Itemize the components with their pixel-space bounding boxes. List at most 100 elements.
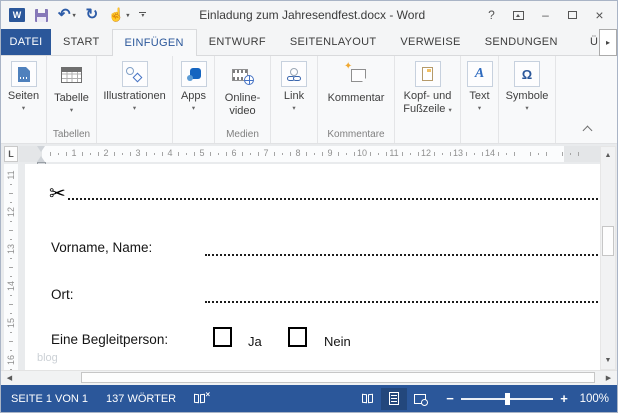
tab-ueberpruefen-clipped[interactable]: Ü — [590, 29, 598, 55]
checkbox-ja[interactable] — [213, 327, 232, 347]
chevron-down-icon[interactable]: ▾ — [73, 12, 76, 19]
field-label-vorname: Vorname, Name: — [51, 240, 153, 255]
titlebar: W ↶ ▾ ↻ ☝ ▾ ▾ Einladung zum Jahresendfes… — [1, 1, 617, 29]
illustrationen-label: Illustrationen — [103, 90, 166, 102]
touch-mode-button[interactable]: ☝ ▾ — [108, 8, 129, 22]
kommentar-label: Kommentar — [327, 92, 385, 104]
header-footer-icon — [414, 61, 441, 87]
apps-button[interactable]: Apps ▾ — [173, 60, 214, 143]
zoom-slider-thumb[interactable] — [505, 392, 510, 405]
chevron-down-icon: ▾ — [132, 105, 137, 113]
zoom-in-button[interactable]: + — [557, 391, 571, 406]
table-icon — [61, 61, 82, 89]
scroll-left-icon[interactable]: ◀ — [3, 371, 16, 385]
chevron-down-icon: ▾ — [292, 105, 296, 113]
group-label-kommentare: Kommentare — [327, 129, 385, 140]
shapes-icon — [121, 61, 148, 87]
link-button[interactable]: Link ▾ — [271, 60, 317, 143]
ribbon: Seiten ▾ Tabelle ▾ Tabellen Illustration… — [1, 56, 617, 144]
omega-icon: Ω — [514, 61, 540, 87]
ribbon-group-kommentare: ✦ Kommentar Kommentare — [318, 56, 395, 143]
tab-start[interactable]: START — [51, 29, 112, 55]
undo-button[interactable]: ↶ ▾ — [58, 6, 76, 23]
read-mode-button[interactable] — [355, 388, 381, 410]
ribbon-tab-row: DATEI START EINFÜGEN ENTWURF SEITENLAYOU… — [1, 29, 617, 56]
illustrationen-button[interactable]: Illustrationen ▾ — [97, 60, 172, 143]
group-label-tabellen: Tabellen — [52, 129, 91, 140]
choice-label-nein: Nein — [324, 334, 351, 349]
apps-label: Apps — [180, 90, 207, 102]
dotted-line — [205, 295, 598, 303]
chevron-down-icon: ▾ — [477, 105, 482, 113]
quick-access-toolbar: W ↶ ▾ ↻ ☝ ▾ ▾ — [1, 6, 147, 23]
tab-entwurf[interactable]: ENTWURF — [197, 29, 278, 55]
symbole-button[interactable]: Ω Symbole ▾ — [499, 60, 555, 143]
redo-icon: ↻ — [85, 6, 99, 23]
tab-seitenlayout[interactable]: SEITENLAYOUT — [278, 29, 389, 55]
text-button[interactable]: A Text ▾ — [461, 60, 498, 143]
ribbon-group-tabellen: Tabelle ▾ Tabellen — [47, 56, 97, 143]
help-button[interactable]: ? — [478, 4, 505, 26]
tab-verweise[interactable]: VERWEISE — [388, 29, 472, 55]
customize-qat-button[interactable]: ▾ — [139, 12, 147, 19]
page-count-status[interactable]: SEITE 1 VON 1 — [11, 393, 88, 405]
tab-scroll-right-button[interactable]: ▸ — [599, 29, 617, 56]
ribbon-group-medien: Online-video Medien — [215, 56, 271, 143]
chevron-down-icon: ▾ — [69, 107, 74, 115]
chevron-down-icon: ▾ — [191, 105, 196, 113]
tab-einfuegen[interactable]: EINFÜGEN — [111, 29, 197, 56]
document-workspace: L 1 2 3 4 5 6 7 8 9 10 11 12 13 14 11 12 13 14 15 16 ✂ Vor… — [1, 144, 617, 385]
save-icon[interactable] — [35, 8, 48, 22]
maximize-button[interactable] — [559, 4, 586, 26]
field-label-begleitperson: Eine Begleitperson: — [51, 332, 169, 347]
statusbar-right: − + 100% — [355, 387, 609, 410]
chevron-down-icon: ▾ — [21, 105, 26, 113]
text-label: Text — [469, 90, 490, 102]
vertical-scrollbar-thumb[interactable] — [602, 226, 614, 256]
minimize-button[interactable]: – — [532, 4, 559, 26]
ribbon-group-text: A Text ▾ — [461, 56, 499, 143]
scroll-right-icon[interactable]: ▶ — [602, 371, 615, 385]
ribbon-group-apps: Apps ▾ — [173, 56, 215, 143]
vertical-ruler[interactable]: 11 12 13 14 15 16 — [4, 164, 18, 370]
collapse-ribbon-icon[interactable] — [582, 125, 593, 136]
pages-icon — [10, 61, 37, 87]
scroll-up-icon[interactable]: ▲ — [601, 148, 615, 162]
horizontal-scrollbar-thumb[interactable] — [81, 372, 595, 383]
word-count-status[interactable]: 137 WÖRTER — [106, 393, 176, 405]
horizontal-scrollbar[interactable]: ◀ ▶ — [1, 370, 617, 385]
first-line-indent-marker[interactable] — [37, 146, 45, 152]
scroll-down-icon[interactable]: ▼ — [601, 353, 615, 367]
checkbox-nein[interactable] — [288, 327, 307, 347]
zoom-slider[interactable] — [461, 392, 553, 405]
web-layout-button[interactable] — [407, 388, 433, 410]
print-layout-button[interactable] — [381, 387, 407, 410]
chevron-down-icon: ▾ — [448, 107, 452, 115]
tab-stop-selector[interactable]: L — [4, 146, 18, 162]
horizontal-ruler[interactable]: 1 2 3 4 5 6 7 8 9 10 11 12 13 14 — [19, 146, 602, 162]
ribbon-group-illustrationen: Illustrationen ▾ — [97, 56, 173, 143]
window-title: Einladung zum Jahresendfest.docx - Word — [199, 8, 426, 22]
undo-icon: ↶ — [58, 6, 71, 23]
seiten-button[interactable]: Seiten ▾ — [1, 60, 46, 143]
zoom-out-button[interactable]: − — [443, 391, 457, 406]
redo-button[interactable]: ↻ — [85, 6, 99, 23]
tab-datei[interactable]: DATEI — [1, 29, 51, 55]
proofing-errors-icon[interactable]: × — [194, 390, 210, 404]
word-logo-icon: W — [9, 8, 25, 22]
hyperlink-icon — [281, 61, 307, 87]
tab-sendungen[interactable]: SENDUNGEN — [473, 29, 570, 55]
chevron-down-icon[interactable]: ▾ — [126, 12, 129, 19]
chevron-down-icon: ▾ — [525, 105, 529, 113]
apps-icon — [180, 61, 207, 87]
vertical-scrollbar[interactable]: ▲ ▼ — [600, 146, 616, 370]
dotted-line — [205, 248, 598, 256]
zoom-control: − + — [443, 391, 571, 406]
ribbon-group-seiten: Seiten ▾ — [1, 56, 47, 143]
kopf-fusszeile-button[interactable]: Kopf- und Fußzeile ▾ — [395, 60, 460, 143]
close-button[interactable]: × — [586, 4, 613, 26]
zoom-level[interactable]: 100% — [571, 393, 609, 405]
read-mode-icon — [361, 393, 373, 404]
ribbon-display-options-button[interactable] — [505, 4, 532, 26]
document-page[interactable]: ✂ Vorname, Name: Ort: Eine Begleitperson… — [25, 164, 602, 370]
